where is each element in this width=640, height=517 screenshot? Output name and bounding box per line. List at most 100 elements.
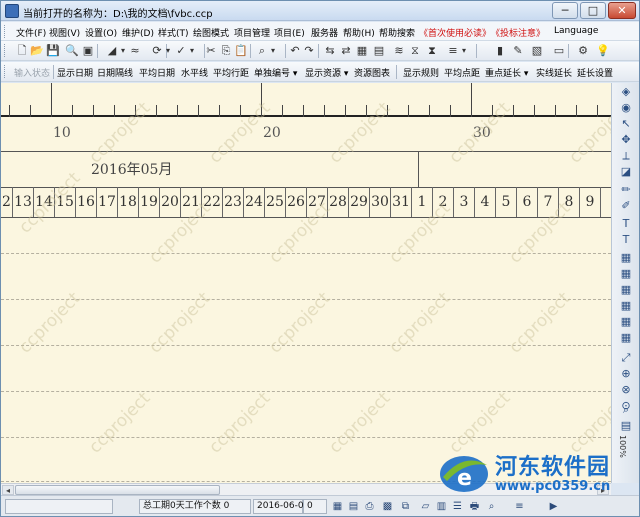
tag-icon[interactable]: ◉: [619, 101, 633, 115]
average-point-spacing-button[interactable]: 平均点距: [444, 66, 480, 79]
key-point-extend-dropdown[interactable]: 重点延长 ▾: [485, 66, 528, 79]
grid2-icon[interactable]: ▦: [619, 267, 633, 281]
triangle-icon[interactable]: ◢: [105, 44, 119, 58]
pen-icon[interactable]: ✏: [619, 183, 633, 197]
list-icon[interactable]: ☰: [451, 500, 464, 513]
print-preview-icon[interactable]: 🔍: [65, 44, 79, 58]
horizontal-line-button[interactable]: 水平线: [181, 66, 208, 79]
new-file-icon[interactable]: 🗋: [15, 44, 29, 58]
dropdown-arrow-icon[interactable]: ▾: [269, 44, 277, 58]
bulb-icon[interactable]: 💡: [596, 44, 610, 58]
average-row-spacing-button[interactable]: 平均行距: [213, 66, 249, 79]
compass-icon[interactable]: ⊗: [619, 383, 633, 397]
grid3-icon[interactable]: ▦: [619, 283, 633, 297]
grid4-icon[interactable]: ▦: [619, 299, 633, 313]
menu-view[interactable]: 视图(V): [49, 26, 80, 39]
calc-icon[interactable]: ▤: [619, 419, 633, 433]
cursor-icon[interactable]: ↖: [619, 117, 633, 131]
cut-icon[interactable]: ✂: [204, 44, 218, 58]
network-dual-icon[interactable]: ⧖: [408, 44, 422, 58]
play-icon[interactable]: ▶: [547, 500, 560, 513]
solid-line-extend-button[interactable]: 实线延长: [536, 66, 572, 79]
menu-help-search[interactable]: 帮助搜索: [379, 26, 415, 39]
close-button[interactable]: ✕: [608, 2, 636, 19]
open-folder-icon[interactable]: 📂: [30, 44, 44, 58]
date-gridline-button[interactable]: 日期隔线: [97, 66, 133, 79]
layers-icon[interactable]: ◈: [619, 85, 633, 99]
check-icon[interactable]: ✓: [174, 44, 188, 58]
maximize-button[interactable]: □: [580, 2, 606, 19]
print-icon[interactable]: ⎙: [363, 500, 376, 513]
undo-icon[interactable]: ↶: [288, 44, 302, 58]
grid-icon[interactable]: ▤: [347, 500, 360, 513]
average-date-button[interactable]: 平均日期: [139, 66, 175, 79]
eraser-icon[interactable]: ◪: [619, 165, 633, 179]
menu-file[interactable]: 文件(F): [16, 26, 46, 39]
move-icon[interactable]: ✥: [619, 133, 633, 147]
menu-settings[interactable]: 设置(O): [85, 26, 117, 39]
dropdown-arrow-icon[interactable]: ▾: [164, 44, 172, 58]
pdf-icon[interactable]: ▣: [81, 44, 95, 58]
wave-icon[interactable]: ≈: [128, 44, 142, 58]
show-resource-dropdown[interactable]: 显示资源 ▾: [305, 66, 348, 79]
unlink-icon[interactable]: ⇄: [339, 44, 353, 58]
align-icon[interactable]: ≡: [446, 44, 460, 58]
refresh-icon[interactable]: ⟳: [150, 44, 164, 58]
redo-icon[interactable]: ↷: [302, 44, 316, 58]
dropdown-arrow-icon[interactable]: ▾: [460, 44, 468, 58]
menu-maintain[interactable]: 维护(D): [122, 26, 154, 39]
menu-language[interactable]: Language: [554, 26, 598, 36]
zoom-fit-icon[interactable]: ⤢: [619, 351, 633, 365]
search-icon[interactable]: ⌕: [619, 403, 633, 417]
grid6-icon[interactable]: ▦: [619, 331, 633, 345]
menu-style[interactable]: 样式(T): [158, 26, 189, 39]
paste-icon[interactable]: 📋: [234, 44, 248, 58]
link-icon[interactable]: ⇆: [323, 44, 337, 58]
copy-icon[interactable]: ⎘: [219, 44, 233, 58]
gantt-canvas[interactable]: 10 20 30 2016年05月 2 13 14 15 16 17 18 19 20 21 22 2…: [1, 83, 611, 483]
chart-icon[interactable]: ▤: [372, 44, 386, 58]
show-date-button[interactable]: 显示日期: [57, 66, 93, 79]
dropdown-arrow-icon[interactable]: ▾: [119, 44, 127, 58]
printer-icon[interactable]: 🖶: [468, 500, 481, 513]
edit-icon[interactable]: ✎: [511, 44, 525, 58]
tree-icon[interactable]: ⚙: [576, 44, 590, 58]
menu-first-use[interactable]: 《首次使用必读》: [419, 26, 491, 39]
grid-icon[interactable]: ▦: [619, 251, 633, 265]
t-text-icon[interactable]: Ｔ: [619, 233, 633, 247]
separate-numbering-dropdown[interactable]: 单独编号 ▾: [254, 66, 297, 79]
minimize-button[interactable]: ─: [552, 2, 578, 19]
measure-icon[interactable]: ⟂: [619, 149, 633, 163]
network-icon[interactable]: ≋: [392, 44, 406, 58]
menu-draw-mode[interactable]: 绘图模式: [193, 26, 229, 39]
network-icon[interactable]: ⧉: [399, 500, 412, 513]
bar-chart-icon[interactable]: ▮: [493, 44, 507, 58]
menu-project-manage[interactable]: 项目管理: [234, 26, 270, 39]
save-icon[interactable]: 💾: [46, 44, 60, 58]
scroll-left-button[interactable]: ◂: [2, 485, 14, 495]
dropdown-arrow-icon[interactable]: ▾: [188, 44, 196, 58]
menu-help[interactable]: 帮助(H): [343, 26, 375, 39]
grid5-icon[interactable]: ▦: [619, 315, 633, 329]
resource-chart-button[interactable]: 资源图表: [354, 66, 390, 79]
menu-server[interactable]: 服务器: [311, 26, 338, 39]
zoom-in-icon[interactable]: ⊕: [619, 367, 633, 381]
search-icon[interactable]: ⌕: [485, 500, 498, 513]
table-icon[interactable]: ▦: [355, 44, 369, 58]
calendar-icon[interactable]: ▩: [381, 500, 394, 513]
sign-icon[interactable]: ✐: [619, 199, 633, 213]
table-icon[interactable]: ▦: [331, 500, 344, 513]
network-triple-icon[interactable]: ⧗: [425, 44, 439, 58]
image-edit-icon[interactable]: ▧: [530, 44, 544, 58]
folder-icon[interactable]: ▱: [419, 500, 432, 513]
extend-settings-button[interactable]: 延长设置: [577, 66, 613, 79]
t-icon[interactable]: T: [619, 217, 633, 231]
show-rules-button[interactable]: 显示规则: [403, 66, 439, 79]
screen-icon[interactable]: ▭: [552, 44, 566, 58]
menu-project[interactable]: 项目(E): [274, 26, 305, 39]
binoculars-icon[interactable]: ⌕: [255, 44, 269, 58]
rows-icon[interactable]: ≡: [513, 500, 526, 513]
scroll-thumb[interactable]: [15, 485, 220, 495]
chart-icon[interactable]: ▥: [435, 500, 448, 513]
menu-bid-note[interactable]: 《投标注意》: [491, 26, 545, 39]
